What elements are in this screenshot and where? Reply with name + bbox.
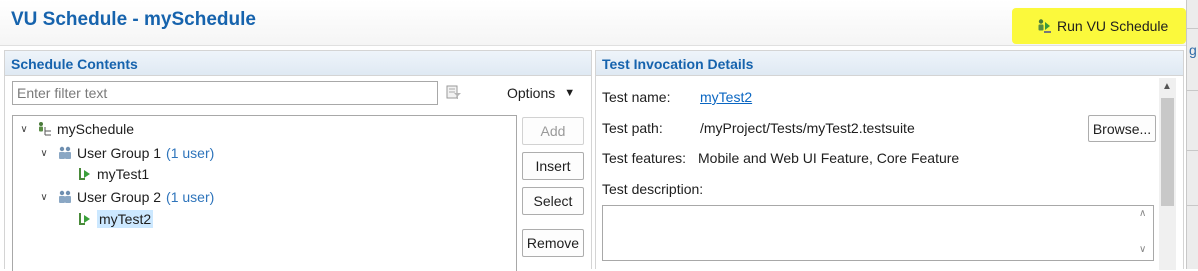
user-group-label: User Group 1: [77, 145, 162, 161]
scrollbar-thumb[interactable]: [1161, 98, 1174, 206]
run-vu-schedule-button[interactable]: Run VU Schedule: [1012, 8, 1186, 44]
description-scrollbar[interactable]: ∧ ∨: [1137, 206, 1151, 260]
run-vu-schedule-label: Run VU Schedule: [1057, 18, 1169, 34]
chevron-down-icon[interactable]: ∨: [37, 148, 51, 159]
test-features-label: Test features:: [602, 150, 687, 166]
details-scrollbar[interactable]: ▲: [1159, 78, 1176, 270]
test-path-label: Test path:: [602, 120, 663, 136]
test-invocation-title: Test Invocation Details: [602, 56, 754, 72]
tree-item-root[interactable]: ∨ mySchedule: [17, 118, 134, 140]
test-description-field[interactable]: ∧ ∨: [602, 205, 1154, 261]
scroll-down-icon[interactable]: ∨: [1139, 244, 1146, 255]
insert-button[interactable]: Insert: [522, 152, 584, 180]
tree-item-user-group-2[interactable]: ∨ User Group 2 (1 user): [37, 186, 214, 208]
tree-item-test-2[interactable]: myTest2: [77, 208, 154, 230]
add-button[interactable]: Add: [522, 117, 584, 145]
editor-header: VU Schedule - mySchedule Run VU Schedule: [0, 0, 1186, 46]
test-label: myTest2: [97, 210, 154, 228]
tree-item-test-1[interactable]: myTest1: [77, 163, 149, 185]
filter-settings-icon[interactable]: [446, 84, 462, 103]
user-group-icon: [57, 145, 73, 161]
select-button[interactable]: Select: [522, 187, 584, 215]
schedule-contents-section: Schedule Contents Options ▼ ∨: [4, 50, 592, 271]
adjacent-view-strip: g: [1186, 0, 1198, 269]
caret-down-icon: ▼: [564, 87, 576, 99]
test-label: myTest1: [97, 166, 150, 182]
run-schedule-icon: [1038, 19, 1051, 33]
strip-divider: [1187, 205, 1198, 206]
tree-item-user-group-1[interactable]: ∨ User Group 1 (1 user): [37, 142, 214, 164]
chevron-down-icon[interactable]: ∨: [17, 124, 31, 135]
test-name-label: Test name:: [602, 89, 671, 105]
remove-button[interactable]: Remove: [522, 229, 584, 257]
test-invocation-header: Test Invocation Details: [596, 51, 1183, 76]
browse-button[interactable]: Browse...: [1088, 115, 1156, 142]
schedule-tree: ∨ mySchedule ∨ User Group 1 (1 user) myT…: [12, 115, 517, 271]
test-icon: [77, 166, 93, 182]
scroll-up-icon[interactable]: ∧: [1139, 208, 1146, 219]
strip-divider: [1187, 90, 1198, 91]
tree-root-label: mySchedule: [57, 121, 135, 137]
user-count: (1 user): [166, 145, 215, 161]
user-group-label: User Group 2: [77, 189, 162, 205]
user-count: (1 user): [166, 189, 215, 205]
strip-divider: [1187, 150, 1198, 151]
filter-input[interactable]: [12, 81, 438, 105]
schedule-contents-header: Schedule Contents: [5, 51, 591, 76]
strip-letter: g: [1189, 42, 1197, 58]
schedule-icon: [37, 121, 53, 137]
test-description-label: Test description:: [602, 181, 704, 197]
options-dropdown[interactable]: Options ▼: [507, 85, 575, 101]
user-group-icon: [57, 189, 73, 205]
test-icon: [77, 211, 93, 227]
chevron-down-icon[interactable]: ∨: [37, 192, 51, 203]
test-invocation-section: Test Invocation Details Test name: myTes…: [595, 50, 1184, 270]
editor-title: VU Schedule - mySchedule: [11, 9, 256, 30]
schedule-contents-title: Schedule Contents: [11, 56, 138, 72]
scroll-up-icon[interactable]: ▲: [1162, 81, 1172, 92]
options-label: Options: [507, 85, 556, 101]
test-path-value: /myProject/Tests/myTest2.testsuite: [700, 120, 915, 136]
test-features-value: Mobile and Web UI Feature, Core Feature: [698, 150, 960, 166]
test-name-link[interactable]: myTest2: [700, 89, 752, 105]
strip-divider: [1187, 28, 1198, 29]
